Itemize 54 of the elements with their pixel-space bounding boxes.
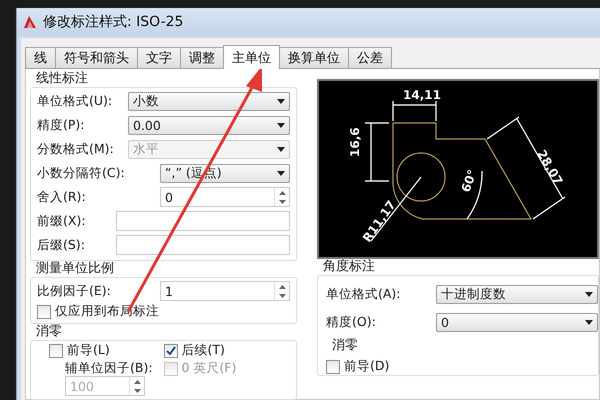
checkbox-label: 前导(L): [67, 342, 110, 359]
group-title: 角度标注: [322, 259, 376, 275]
group-title: 线性标注: [35, 71, 89, 87]
dropdown-caret-icon: [277, 146, 285, 152]
tab[interactable]: 符号和箭头: [55, 47, 138, 68]
dimension-label: 16,6: [348, 127, 362, 157]
field-label: 分数格式(M):: [37, 140, 115, 158]
dropdown[interactable]: 0: [436, 312, 598, 332]
field-label: 单位格式(A):: [326, 286, 402, 302]
up-arrow-icon[interactable]: [278, 284, 286, 288]
field-label: 精度(O):: [326, 314, 377, 330]
checkbox-label: 前导(D): [344, 358, 390, 375]
tab[interactable]: 文字: [137, 47, 181, 68]
tab[interactable]: 主单位: [223, 45, 280, 69]
field-label: 前缀(X):: [37, 212, 87, 230]
dropdown-caret-icon: [277, 122, 285, 128]
field-label: 比例因子(E):: [37, 282, 112, 300]
field-label: 单位格式(U):: [37, 92, 114, 110]
tab[interactable]: 换算单位: [279, 47, 349, 68]
tab[interactable]: 调整: [180, 47, 224, 68]
dropdown[interactable]: 十进制度数: [436, 284, 598, 304]
spin-field[interactable]: 0: [160, 187, 290, 207]
checkbox-label: 后续(T): [182, 342, 225, 359]
group-title: 消零: [331, 338, 359, 354]
checkbox[interactable]: [49, 344, 63, 358]
spin-field[interactable]: 1: [160, 281, 290, 301]
dropdown-caret-icon: [585, 292, 593, 296]
field-label: 舍入(R):: [37, 188, 87, 206]
app-logo-icon: [23, 15, 37, 29]
text-field[interactable]: [116, 211, 290, 231]
checkbox[interactable]: [164, 344, 178, 358]
down-arrow-icon[interactable]: [278, 200, 286, 204]
checkbox-label: 0 英尺(F): [182, 360, 236, 377]
dimension-label: 14,11: [403, 88, 441, 102]
dropdown-caret-icon: [277, 98, 285, 104]
window-title: 修改标注样式: ISO-25: [43, 13, 184, 31]
group-title: 测量单位比例: [35, 261, 115, 277]
dropdown[interactable]: 小数: [128, 92, 290, 110]
down-arrow-icon[interactable]: [278, 294, 286, 298]
checkbox[interactable]: [37, 304, 51, 318]
field-label: 精度(P):: [37, 116, 86, 134]
tab[interactable]: 线: [25, 47, 56, 68]
up-arrow-icon[interactable]: [278, 190, 286, 194]
tab[interactable]: 公差: [348, 47, 392, 68]
dropdown[interactable]: 0.00: [128, 116, 290, 134]
dimension-label: 60°: [458, 168, 480, 194]
dropdown-caret-icon: [277, 170, 285, 176]
field-label: 后缀(S):: [37, 236, 86, 254]
dropdown-caret-icon: [585, 320, 593, 324]
checkbox[interactable]: [326, 360, 340, 374]
field-label: 小数分隔符(C):: [37, 164, 126, 182]
group-title: 消零: [35, 324, 63, 340]
field-label: 辅单位因子(B):: [65, 360, 154, 375]
text-field[interactable]: [116, 235, 290, 255]
